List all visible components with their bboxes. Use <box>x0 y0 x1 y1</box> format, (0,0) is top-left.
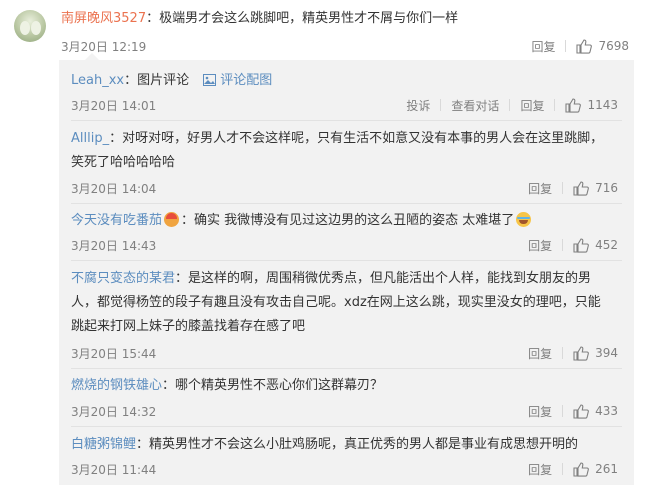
reply-button[interactable]: 回复 <box>521 38 565 55</box>
reply-username[interactable]: Alllip_ <box>71 131 109 146</box>
reply-timestamp: 3月20日 14:32 <box>71 405 157 419</box>
colon: ： <box>175 271 189 286</box>
like-count: 716 <box>595 181 618 195</box>
like-button[interactable]: 261 <box>563 461 618 477</box>
thumbs-up-icon <box>573 403 589 419</box>
reply-timestamp: 3月20日 15:44 <box>71 347 157 361</box>
like-button[interactable]: 7698 <box>566 38 629 54</box>
reply-text: 图片评论 <box>137 73 190 88</box>
reply-timestamp: 3月20日 14:01 <box>71 99 157 113</box>
like-button[interactable]: 394 <box>563 345 618 361</box>
comment-username[interactable]: 南屏晚风3527 <box>61 11 146 26</box>
top-comment: 南屏晚风3527：极端男才会这么跳脚吧，精英男性才不屑与你们一样 3月20日 1… <box>0 0 651 60</box>
divider <box>71 368 622 369</box>
pointer-arrow <box>85 53 99 60</box>
reply-text: 确实 我微博没有见过这边男的这么丑陋的姿态 太难堪了 <box>194 213 515 228</box>
like-count: 452 <box>595 238 618 252</box>
reply-text-line: 笑死了哈哈哈哈哈 <box>71 155 176 170</box>
comment-text: 极端男才会这么跳脚吧，精英男性才不屑与你们一样 <box>159 11 459 26</box>
reply-button[interactable]: 回复 <box>518 403 562 420</box>
avatar[interactable] <box>14 10 46 42</box>
thumbs-up-icon <box>576 38 593 54</box>
thumbs-up-icon <box>573 180 589 196</box>
view-image-link[interactable]: 评论配图 <box>220 73 272 88</box>
reply-username[interactable]: 燃烧的钢铁雄心 <box>71 378 162 393</box>
replies-container: Leah_xx：图片评论 评论配图 3月20日 14:01 投诉 查看对话 回复… <box>59 53 634 485</box>
reply-text: 对呀对呀，好男人才不会这样呢，只有生活不如意又没有本事的男人会在这里跳脚， <box>122 131 604 146</box>
reply-text-line: Leah_xx：图片评论 评论配图 <box>71 72 272 90</box>
colon: ： <box>136 437 150 452</box>
view-conversation-button[interactable]: 查看对话 <box>441 97 509 114</box>
reply-username[interactable]: 今天没有吃番茄 <box>71 213 162 228</box>
reply-actions: 回复 716 <box>518 179 618 197</box>
angry-emoji-icon <box>164 212 180 227</box>
thumbs-up-icon <box>573 345 589 361</box>
reply-text: 哪个精英男性不恶心你们这群幕刃？ <box>175 378 384 393</box>
colon: ： <box>146 11 160 26</box>
reply-text-line: 跳起来打网上妹子的膝盖找着存在感了吧 <box>71 319 306 334</box>
reply-actions: 回复 394 <box>518 344 618 362</box>
reply-text-line: 燃烧的钢铁雄心：哪个精英男性不恶心你们这群幕刃？ <box>71 377 383 395</box>
like-count: 433 <box>595 404 618 418</box>
reply-text-line: 人，都觉得杨笠的段子有趣且没有攻击自己呢。xdz在网上这么跳，现实里没女的理吧，… <box>71 295 601 310</box>
reply-button[interactable]: 回复 <box>518 237 562 254</box>
reply-button[interactable]: 回复 <box>518 180 562 197</box>
reply-actions: 回复 261 <box>518 460 618 478</box>
like-button[interactable]: 433 <box>563 403 618 419</box>
reply-text-line: Alllip_：对呀对呀，好男人才不会这样呢，只有生活不如意又没有本事的男人会在… <box>71 130 603 148</box>
image-icon <box>203 74 217 86</box>
like-button[interactable]: 1143 <box>555 97 618 113</box>
like-count: 261 <box>595 462 618 476</box>
reply-timestamp: 3月20日 14:43 <box>71 239 157 253</box>
reply-text-line: 白糖粥锦鲤：精英男性才不会这么小肚鸡肠呢，真正优秀的男人都是事业有成思想开明的 <box>71 436 578 454</box>
reply-username[interactable]: 白糖粥锦鲤 <box>71 437 136 452</box>
divider <box>71 203 622 204</box>
thumbs-up-icon <box>573 461 589 477</box>
avatar-shape <box>31 21 41 35</box>
reply-button[interactable]: 回复 <box>518 345 562 362</box>
report-button[interactable]: 投诉 <box>396 97 440 114</box>
reply-username[interactable]: Leah_xx <box>71 73 124 88</box>
reply-text: 是这样的啊，周围稍微优秀点，但凡能活出个人样，能找到女朋友的男 <box>188 271 592 286</box>
laugh-tears-emoji-icon <box>516 212 532 227</box>
reply-text-line: 不腐只变态的某君：是这样的啊，周围稍微优秀点，但凡能活出个人样，能找到女朋友的男 <box>71 270 591 288</box>
like-count: 1143 <box>587 98 618 112</box>
reply-timestamp: 3月20日 14:04 <box>71 182 157 196</box>
comment-timestamp: 3月20日 12:19 <box>61 40 147 54</box>
reply-actions: 回复 433 <box>518 402 618 420</box>
divider <box>71 426 622 427</box>
colon: ： <box>181 213 195 228</box>
like-count: 7698 <box>598 39 629 53</box>
divider <box>71 120 622 121</box>
reply-username[interactable]: 不腐只变态的某君 <box>71 271 175 286</box>
reply-button[interactable]: 回复 <box>518 461 562 478</box>
like-count: 394 <box>595 346 618 360</box>
colon: ： <box>109 131 123 146</box>
reply-text: 精英男性才不会这么小肚鸡肠呢，真正优秀的男人都是事业有成思想开明的 <box>149 437 579 452</box>
thumbs-up-icon <box>565 97 582 113</box>
colon: ： <box>162 378 176 393</box>
reply-actions: 投诉 查看对话 回复 1143 <box>396 96 618 114</box>
comment-actions: 回复 7698 <box>521 37 629 55</box>
reply-button[interactable]: 回复 <box>510 97 554 114</box>
comment-text-line: 南屏晚风3527：极端男才会这么跳脚吧，精英男性才不屑与你们一样 <box>61 10 458 28</box>
thumbs-up-icon <box>573 237 589 253</box>
reply-timestamp: 3月20日 11:44 <box>71 463 157 477</box>
divider <box>71 260 622 261</box>
like-button[interactable]: 716 <box>563 180 618 196</box>
reply-actions: 回复 452 <box>518 236 618 254</box>
colon: ： <box>124 73 138 88</box>
reply-text-line: 今天没有吃番茄 ：确实 我微博没有见过这边男的这么丑陋的姿态 太难堪了 <box>71 212 532 230</box>
like-button[interactable]: 452 <box>563 237 618 253</box>
avatar-shape <box>20 21 30 35</box>
